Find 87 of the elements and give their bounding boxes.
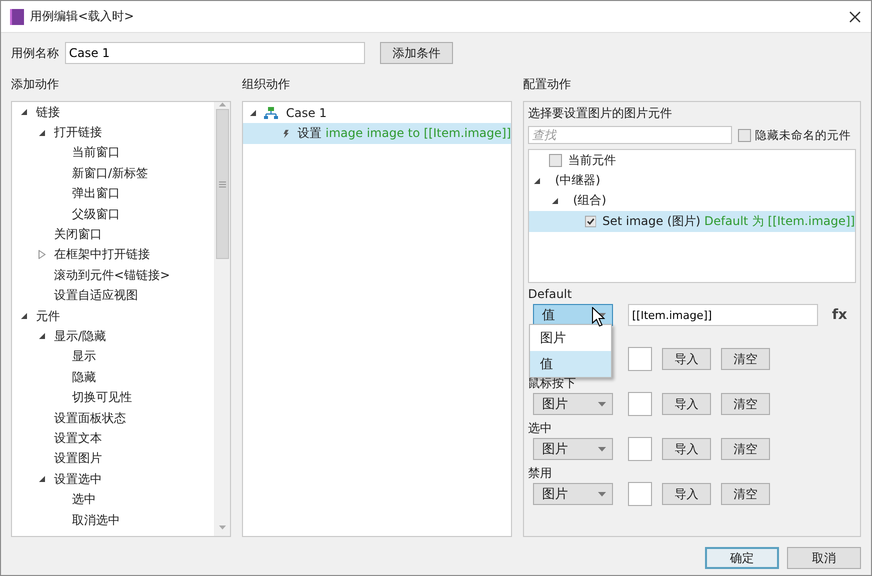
image-preview (628, 392, 652, 416)
checkbox[interactable] (738, 128, 751, 142)
app-logo-icon (10, 8, 24, 24)
scroll-down-icon (219, 525, 226, 530)
section-title: 配置动作 (523, 76, 572, 93)
expanded-arrow-icon[interactable] (20, 312, 28, 320)
dropdown-select[interactable]: 图片 (533, 483, 613, 505)
import-button[interactable]: 导入 (662, 393, 711, 415)
fx-button[interactable]: fx (832, 307, 848, 323)
tree-item[interactable]: 设置文本 (54, 430, 102, 447)
field-label: 选中 (528, 420, 553, 436)
cancel-button[interactable]: 取消 (787, 547, 861, 569)
image-preview (628, 347, 652, 371)
case-name-field[interactable]: Case 1 (65, 42, 365, 64)
section-title: 组织动作 (242, 76, 291, 93)
tree-item[interactable]: 切换可见性 (72, 389, 132, 406)
search-field[interactable]: 查找 (528, 126, 732, 144)
widget-name: 当前元件 (568, 152, 616, 169)
import-button[interactable]: 导入 (662, 348, 711, 370)
action-text: 设置 image image to [[Item.image]] (298, 125, 511, 142)
tree-row[interactable]: 当前元件 (529, 150, 855, 170)
expanded-arrow-icon[interactable] (249, 108, 257, 116)
grip-icon (219, 180, 226, 188)
tree-item[interactable]: 在框架中打开链接 (54, 246, 150, 264)
tree-item[interactable]: (组合) (573, 192, 606, 210)
expanded-arrow-icon[interactable] (38, 475, 46, 484)
widget-name: Set image (图片) Default 为 [[Item.image]] (602, 212, 855, 230)
collapsed-arrow-icon[interactable] (38, 250, 46, 260)
expanded-arrow-icon[interactable] (38, 332, 46, 340)
flowchart-icon (264, 106, 278, 118)
section-title: 添加动作 (11, 76, 60, 93)
caret-icon (598, 402, 606, 406)
case-label[interactable]: Case 1 (286, 106, 327, 120)
value-field[interactable]: [[Item.image]] (628, 304, 818, 326)
expanded-arrow-icon[interactable] (38, 128, 46, 137)
tree-item[interactable]: 隐藏 (72, 368, 96, 386)
caret-icon (598, 492, 606, 496)
tree-item[interactable]: 设置图片 (54, 450, 102, 468)
checked-checkbox[interactable] (585, 214, 596, 228)
tree-item[interactable]: 元件 (36, 308, 60, 325)
tree-item[interactable]: 当前窗口 (72, 144, 120, 162)
target-label: 选择要设置图片的图片元件 (528, 105, 673, 122)
tree-item[interactable]: 显示 (72, 348, 96, 366)
dropdown-select[interactable]: 图片 (533, 393, 613, 415)
expanded-arrow-icon[interactable] (533, 176, 541, 185)
tree-item[interactable]: 设置面板状态 (54, 410, 126, 427)
expanded-arrow-icon[interactable] (551, 196, 559, 205)
ok-button[interactable]: 确定 (705, 547, 779, 569)
hide-unnamed-label: 隐藏未命名的元件 (755, 128, 851, 142)
expanded-arrow-icon[interactable] (20, 108, 28, 116)
close-icon[interactable] (849, 10, 861, 22)
tree-item[interactable]: 关闭窗口 (54, 226, 102, 244)
case-name-label: 用例名称 (11, 44, 59, 62)
field-label: 禁用 (528, 465, 553, 481)
tree-item[interactable]: 设置选中 (54, 470, 102, 488)
caret-icon (598, 446, 606, 452)
tree-item[interactable]: 打开链接 (54, 124, 102, 142)
clear-button[interactable]: 清空 (721, 393, 770, 415)
tree-item[interactable]: 选中 (72, 491, 96, 508)
add-condition-button[interactable]: 添加条件 (380, 42, 453, 64)
clear-button[interactable]: 清空 (721, 483, 770, 505)
field-label: 鼠标按下 (528, 375, 577, 391)
tree-item[interactable]: (中继器) (555, 172, 600, 190)
field-label: Default (528, 287, 573, 303)
tree-item[interactable]: 弹出窗口 (72, 185, 120, 202)
tree-item[interactable]: 设置自适应视图 (54, 287, 138, 304)
action-row[interactable]: 设置 image image to [[Item.image]] (243, 123, 511, 144)
clear-button[interactable]: 清空 (721, 348, 770, 370)
tree-item[interactable]: 取消选中 (72, 512, 120, 528)
scrollbar[interactable] (214, 102, 230, 536)
tree-row[interactable]: Set image (图片) Default 为 [[Item.image]] (529, 211, 855, 232)
tree-item[interactable]: 显示/隐藏 (54, 328, 106, 345)
window-title: 用例编辑<载入时> (30, 8, 136, 25)
dropdown-option[interactable]: 图片 (530, 325, 611, 351)
tree-item[interactable]: 链接 (36, 104, 60, 121)
tree-item[interactable]: 新窗口/新标签 (72, 164, 148, 182)
tree-item[interactable]: 父级窗口 (72, 206, 120, 223)
import-button[interactable]: 导入 (662, 438, 711, 460)
scroll-up-icon (219, 102, 226, 107)
image-preview (628, 437, 652, 461)
tree-item[interactable]: 滚动到元件<锚链接> (54, 266, 170, 284)
dropdown-option[interactable]: 值 (530, 351, 611, 377)
dropdown-select[interactable]: 图片 (533, 438, 613, 460)
clear-button[interactable]: 清空 (721, 438, 770, 460)
image-preview (628, 482, 652, 506)
checkbox[interactable] (549, 154, 562, 167)
import-button[interactable]: 导入 (662, 483, 711, 505)
